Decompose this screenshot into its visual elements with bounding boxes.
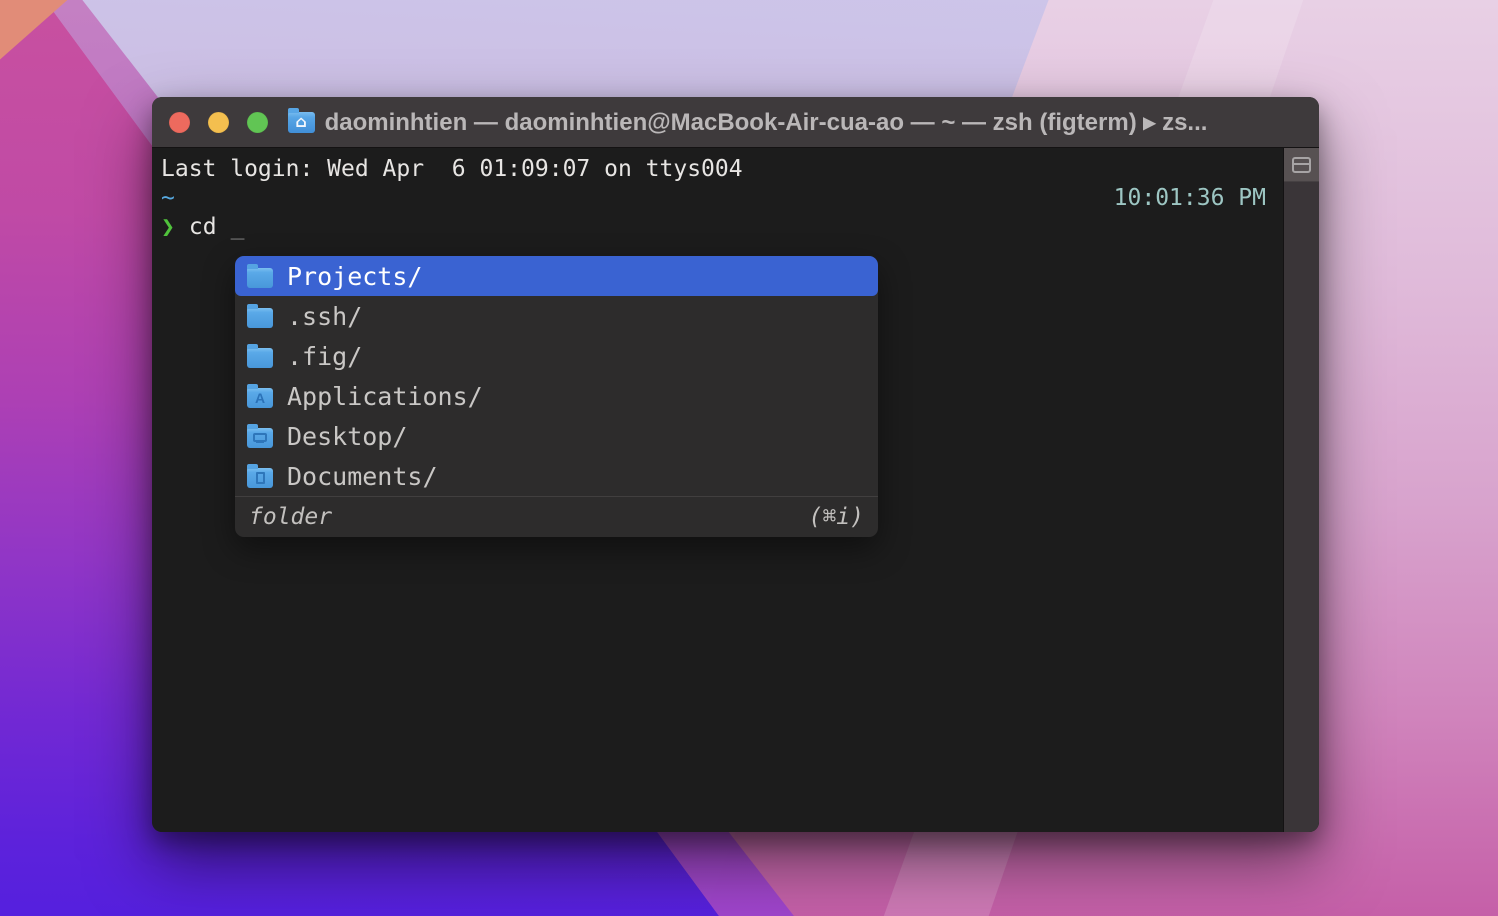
prompt-line: ❯ cd _ — [161, 213, 1319, 242]
autocomplete-item[interactable]: Projects/ — [235, 256, 878, 296]
folder-icon — [247, 303, 273, 328]
desktop-folder-icon — [247, 423, 273, 448]
autocomplete-item[interactable]: Desktop/ — [235, 416, 878, 456]
last-login-line: Last login: Wed Apr 6 01:09:07 on ttys00… — [161, 155, 1319, 184]
command-text: cd — [188, 214, 217, 240]
text-cursor: _ — [230, 214, 245, 240]
autocomplete-item-label: .fig/ — [287, 341, 363, 371]
minimize-button[interactable] — [208, 111, 229, 133]
cwd-line: ~ 10:01:36 PM — [161, 184, 1319, 213]
desktop: ⌂ daominhtien — daominhtien@MacBook-Air-… — [0, 0, 1498, 916]
suggestion-type-label: folder — [249, 503, 333, 530]
applications-folder-icon — [247, 383, 273, 408]
details-shortcut-hint: (⌘i) — [808, 503, 864, 530]
documents-folder-icon — [247, 463, 273, 488]
prompt-symbol: ❯ — [161, 214, 175, 240]
house-glyph: ⌂ — [295, 112, 307, 131]
close-button[interactable] — [169, 111, 190, 133]
title-group: ⌂ daominhtien — daominhtien@MacBook-Air-… — [287, 107, 1208, 137]
cwd-text: ~ — [161, 185, 175, 211]
autocomplete-item-label: Applications/ — [287, 381, 483, 411]
autocomplete-item-label: .ssh/ — [287, 301, 363, 331]
scrollbar-track[interactable] — [1283, 148, 1319, 832]
autocomplete-item[interactable]: Documents/ — [235, 456, 878, 496]
clock-text: 10:01:36 PM — [1113, 185, 1266, 211]
autocomplete-item[interactable]: .fig/ — [235, 336, 878, 376]
fig-autocomplete-popup: Projects/ .ssh/ .fig/ A Applications/ De… — [235, 256, 878, 537]
zoom-button[interactable] — [247, 111, 268, 133]
terminal-output: Last login: Wed Apr 6 01:09:07 on ttys00… — [152, 148, 1319, 242]
terminal-content[interactable]: Last login: Wed Apr 6 01:09:07 on ttys00… — [152, 148, 1319, 832]
folder-icon — [247, 263, 273, 288]
autocomplete-item-label: Projects/ — [287, 261, 423, 291]
last-login-text: Last login: Wed Apr 6 01:09:07 on ttys00… — [161, 156, 743, 182]
autocomplete-list: Projects/ .ssh/ .fig/ A Applications/ De… — [235, 256, 878, 496]
autocomplete-item-label: Desktop/ — [287, 421, 408, 451]
home-folder-icon[interactable]: ⌂ — [287, 107, 315, 133]
traffic-lights — [169, 97, 268, 147]
autocomplete-item-label: Documents/ — [287, 461, 438, 491]
autocomplete-footer: folder (⌘i) — [235, 496, 878, 537]
window-title: daominhtien — daominhtien@MacBook-Air-cu… — [324, 108, 1208, 136]
autocomplete-item[interactable]: .ssh/ — [235, 296, 878, 336]
split-pane-icon — [1292, 156, 1311, 173]
folder-icon — [247, 343, 273, 368]
split-pane-button[interactable] — [1284, 148, 1319, 182]
terminal-window: ⌂ daominhtien — daominhtien@MacBook-Air-… — [152, 97, 1319, 832]
autocomplete-item[interactable]: Applications/ — [235, 376, 878, 416]
titlebar[interactable]: ⌂ daominhtien — daominhtien@MacBook-Air-… — [152, 97, 1319, 148]
